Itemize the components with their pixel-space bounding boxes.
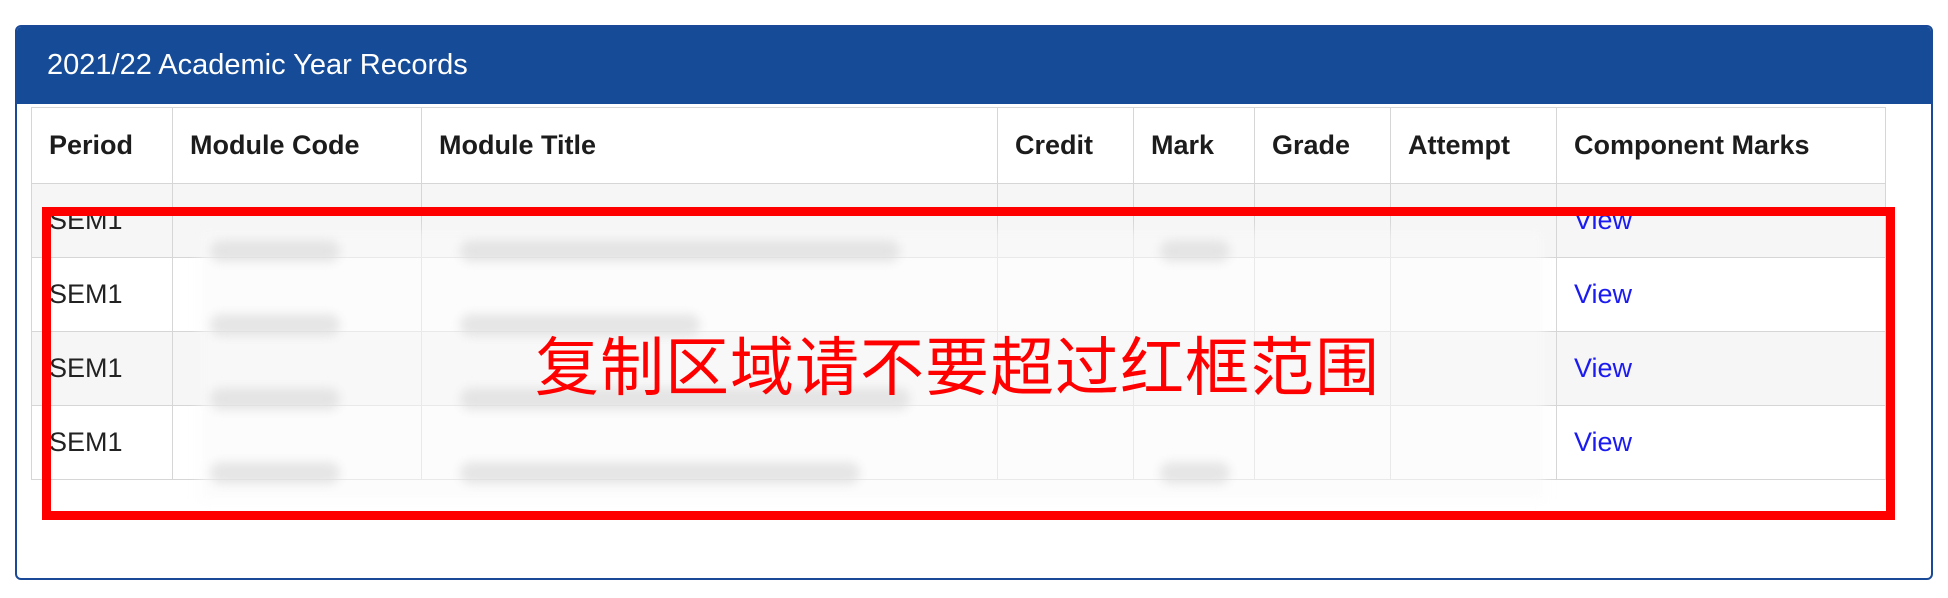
redacted-text-bar bbox=[210, 388, 340, 410]
header-attempt: Attempt bbox=[1390, 107, 1557, 184]
redacted-text-bar bbox=[210, 462, 340, 484]
header-component-marks: Component Marks bbox=[1556, 107, 1886, 184]
view-component-marks-link[interactable]: View bbox=[1574, 205, 1632, 235]
cell-period: SEM1 bbox=[31, 183, 173, 258]
cell-component-marks: View bbox=[1556, 331, 1886, 406]
table-header-row: Period Module Code Module Title Credit M… bbox=[31, 107, 1886, 184]
cell-component-marks: View bbox=[1556, 183, 1886, 258]
redacted-text-bar bbox=[210, 240, 340, 262]
view-component-marks-link[interactable]: View bbox=[1574, 353, 1632, 383]
view-component-marks-link[interactable]: View bbox=[1574, 427, 1632, 457]
cell-component-marks: View bbox=[1556, 257, 1886, 332]
header-module-code: Module Code bbox=[172, 107, 422, 184]
view-component-marks-link[interactable]: View bbox=[1574, 279, 1632, 309]
redacted-text-bar bbox=[210, 314, 340, 336]
redacted-text-bar bbox=[460, 240, 900, 262]
cell-period: SEM1 bbox=[31, 257, 173, 332]
cell-period: SEM1 bbox=[31, 405, 173, 480]
panel-title: 2021/22 Academic Year Records bbox=[17, 27, 1931, 104]
redacted-text-bar bbox=[460, 462, 860, 484]
header-module-title: Module Title bbox=[421, 107, 998, 184]
redacted-text-bar bbox=[1160, 240, 1230, 262]
redacted-text-bar bbox=[1160, 462, 1230, 484]
header-credit: Credit bbox=[997, 107, 1134, 184]
cell-component-marks: View bbox=[1556, 405, 1886, 480]
annotation-text: 复制区域请不要超过红框范围 bbox=[535, 332, 1380, 406]
cell-period: SEM1 bbox=[31, 331, 173, 406]
header-mark: Mark bbox=[1133, 107, 1255, 184]
header-grade: Grade bbox=[1254, 107, 1391, 184]
header-period: Period bbox=[31, 107, 173, 184]
